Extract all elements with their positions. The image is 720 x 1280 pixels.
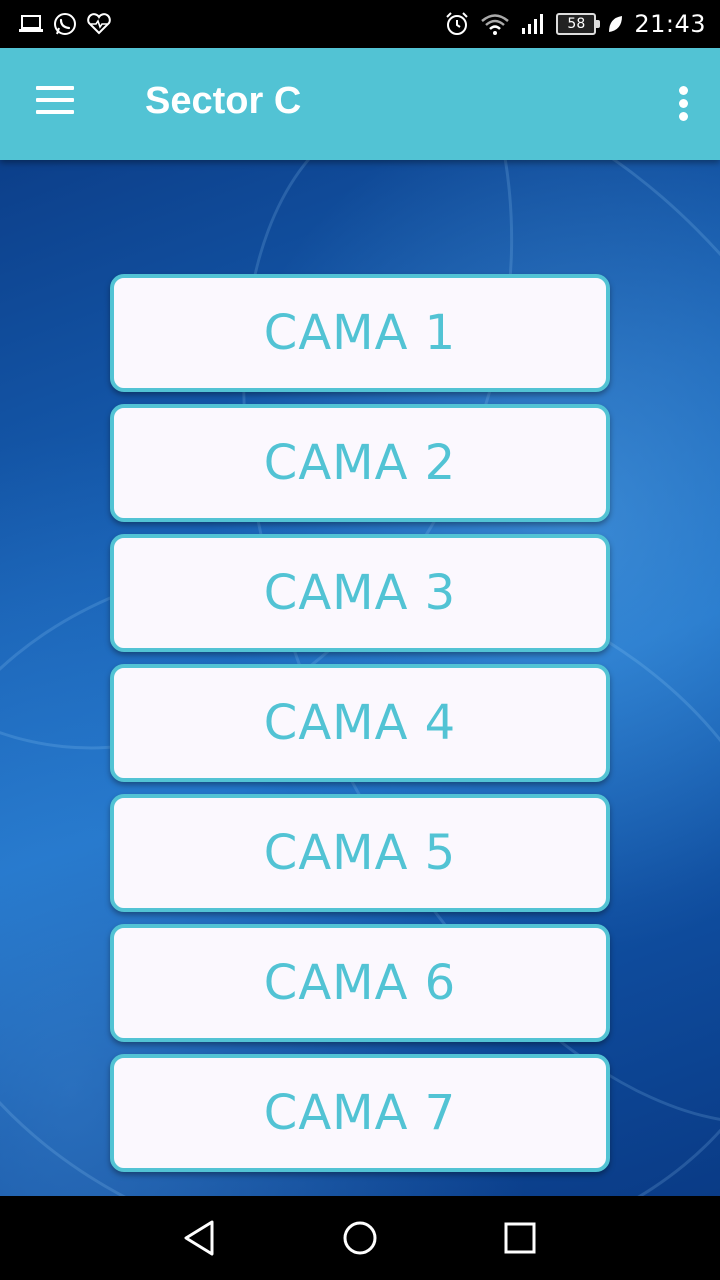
- bed-label: CAMA 2: [263, 435, 457, 491]
- back-button[interactable]: [178, 1216, 222, 1260]
- battery-indicator: 58: [556, 13, 601, 35]
- recents-button[interactable]: [498, 1216, 542, 1260]
- notification-icons: [18, 10, 112, 38]
- laptop-icon: [18, 13, 44, 35]
- overflow-menu-button[interactable]: [676, 84, 692, 124]
- bed-button-3[interactable]: CAMA 3: [110, 534, 610, 652]
- home-button[interactable]: [338, 1216, 382, 1260]
- bed-label: CAMA 1: [263, 305, 457, 361]
- recents-square-icon: [504, 1222, 536, 1254]
- heart-pulse-icon: [86, 12, 112, 36]
- status-bar: 58 21:43: [0, 0, 720, 48]
- back-triangle-icon: [184, 1220, 214, 1256]
- bed-button-5[interactable]: CAMA 5: [110, 794, 610, 912]
- wifi-icon: [480, 12, 510, 36]
- bed-list: CAMA 1 CAMA 2 CAMA 3 CAMA 4 CAMA 5 CAMA …: [110, 274, 610, 1184]
- page-title: Sector C: [145, 80, 302, 122]
- navigation-bar: [0, 1196, 720, 1280]
- bed-label: CAMA 5: [263, 825, 457, 881]
- bed-button-1[interactable]: CAMA 1: [110, 274, 610, 392]
- bed-label: CAMA 6: [263, 955, 457, 1011]
- leaf-icon: [606, 13, 624, 35]
- system-indicators: 58 21:43: [444, 8, 706, 40]
- bed-button-7[interactable]: CAMA 7: [110, 1054, 610, 1172]
- signal-icon: [520, 12, 546, 36]
- bed-button-6[interactable]: CAMA 6: [110, 924, 610, 1042]
- bed-label: CAMA 7: [263, 1085, 457, 1141]
- bed-button-2[interactable]: CAMA 2: [110, 404, 610, 522]
- alarm-icon: [444, 11, 470, 37]
- home-circle-icon: [343, 1221, 377, 1255]
- bed-label: CAMA 4: [263, 695, 457, 751]
- content-area: CAMA 1 CAMA 2 CAMA 3 CAMA 4 CAMA 5 CAMA …: [0, 160, 720, 1196]
- whatsapp-icon: [52, 11, 78, 37]
- bed-label: CAMA 3: [263, 565, 457, 621]
- bed-button-4[interactable]: CAMA 4: [110, 664, 610, 782]
- menu-button[interactable]: [30, 86, 74, 122]
- app-bar: Sector C: [0, 48, 720, 160]
- clock: 21:43: [634, 10, 706, 38]
